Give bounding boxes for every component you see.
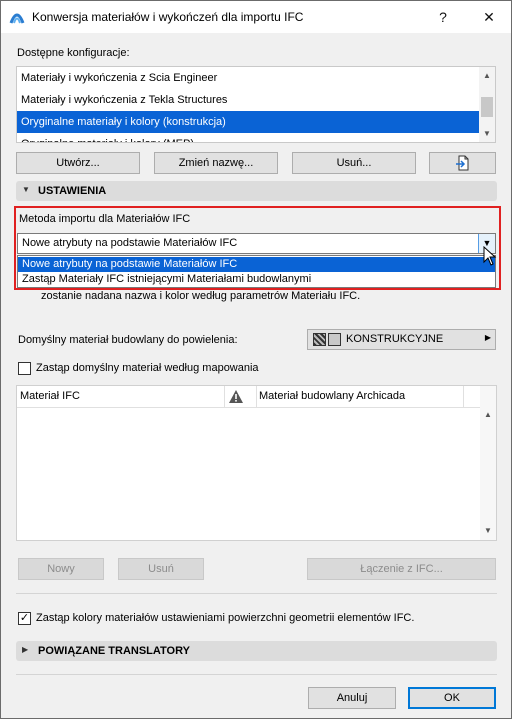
configs-scrollbar[interactable]: ▲ ▼ <box>479 67 495 142</box>
config-item[interactable]: Oryginalne materiały i kolory (MEP) <box>17 133 480 142</box>
divider <box>16 674 497 675</box>
help-button[interactable]: ? <box>433 7 453 27</box>
import-method-value: Nowe atrybuty na podstawie Materiałów IF… <box>22 237 238 249</box>
create-config-button[interactable]: Utwórz... <box>16 152 140 174</box>
mapping-table[interactable]: Materiał IFC Materiał budowlany Archicad… <box>16 385 497 541</box>
scroll-down-icon[interactable]: ▼ <box>479 127 495 141</box>
settings-header-label: USTAWIENIA <box>38 185 107 197</box>
column-divider[interactable] <box>256 386 257 408</box>
scroll-up-icon[interactable]: ▲ <box>479 69 495 83</box>
import-method-select[interactable]: Nowe atrybuty na podstawie Materiałów IF… <box>17 233 496 254</box>
import-method-note: zostanie nadana nazwa i kolor według par… <box>41 290 361 302</box>
configs-label: Dostępne konfiguracje: <box>17 47 130 59</box>
chevron-right-icon: ▶ <box>484 333 491 342</box>
config-item-selected[interactable]: Oryginalne materiały i kolory (konstrukc… <box>17 111 480 133</box>
scroll-thumb[interactable] <box>481 97 493 117</box>
window-title: Konwersja materiałów i wykończeń dla imp… <box>32 10 304 24</box>
close-button[interactable]: ✕ <box>479 7 499 27</box>
mouse-cursor-icon <box>483 246 497 266</box>
replace-default-checkbox[interactable] <box>18 362 31 375</box>
column-divider[interactable] <box>463 386 464 408</box>
divider <box>16 593 497 594</box>
dropdown-option[interactable]: Zastąp Materiały IFC istniejącymi Materi… <box>18 272 495 287</box>
column-divider[interactable] <box>224 386 225 408</box>
related-translators-header[interactable]: ▶ POWIĄZANE TRANSLATORY <box>16 641 497 661</box>
default-material-value: KONSTRUKCYJNE <box>346 333 444 345</box>
archicad-app-icon <box>9 13 25 24</box>
rename-config-button[interactable]: Zmień nazwę... <box>154 152 278 174</box>
table-scrollbar[interactable]: ▲ ▼ <box>480 386 496 540</box>
collapse-arrow-icon: ▼ <box>22 185 30 194</box>
ok-button[interactable]: OK <box>408 687 496 709</box>
scroll-down-icon[interactable]: ▼ <box>480 524 496 538</box>
related-translators-label: POWIĄZANE TRANSLATORY <box>38 645 190 657</box>
config-item[interactable]: Materiały i wykończenia z Scia Engineer <box>17 67 480 89</box>
default-material-label: Domyślny materiał budowlany do powieleni… <box>18 334 238 346</box>
settings-section-header[interactable]: ▼ USTAWIENIA <box>16 181 497 201</box>
default-material-popup[interactable]: KONSTRUKCYJNE ▶ <box>307 329 496 350</box>
configs-listbox[interactable]: Materiały i wykończenia z Scia Engineer … <box>16 66 496 143</box>
replace-default-label: Zastąp domyślny materiał według mapowani… <box>36 362 259 374</box>
col-header-ifc[interactable]: Materiał IFC <box>20 390 80 402</box>
hatch-pattern-icon <box>313 333 326 346</box>
new-mapping-button[interactable]: Nowy <box>18 558 104 580</box>
col-header-archicad[interactable]: Materiał budowlany Archicada <box>259 390 405 402</box>
expand-arrow-icon: ▶ <box>22 645 29 654</box>
override-colors-label: Zastąp kolory materiałów ustawieniami po… <box>36 612 415 624</box>
warning-icon <box>229 390 243 403</box>
delete-config-button[interactable]: Usuń... <box>292 152 416 174</box>
dialog-window: Konwersja materiałów i wykończeń dla imp… <box>0 0 512 719</box>
dropdown-option-selected[interactable]: Nowe atrybuty na podstawie Materiałów IF… <box>18 257 495 272</box>
material-color-icon <box>328 333 341 346</box>
config-item[interactable]: Materiały i wykończenia z Tekla Structur… <box>17 89 480 111</box>
table-header: Materiał IFC Materiał budowlany Archicad… <box>17 386 480 408</box>
scroll-up-icon[interactable]: ▲ <box>480 408 496 422</box>
import-method-dropdown-list[interactable]: Nowe atrybuty na podstawie Materiałów IF… <box>17 255 496 288</box>
cancel-button[interactable]: Anuluj <box>308 687 396 709</box>
import-method-label: Metoda importu dla Materiałów IFC <box>19 213 191 225</box>
export-config-button[interactable] <box>429 152 496 174</box>
title-bar: Konwersja materiałów i wykończeń dla imp… <box>1 1 511 33</box>
delete-mapping-button[interactable]: Usuń <box>118 558 204 580</box>
merge-ifc-button[interactable]: Łączenie z IFC... <box>307 558 496 580</box>
override-colors-checkbox[interactable]: ✓ <box>18 612 31 625</box>
export-file-icon <box>455 155 468 171</box>
